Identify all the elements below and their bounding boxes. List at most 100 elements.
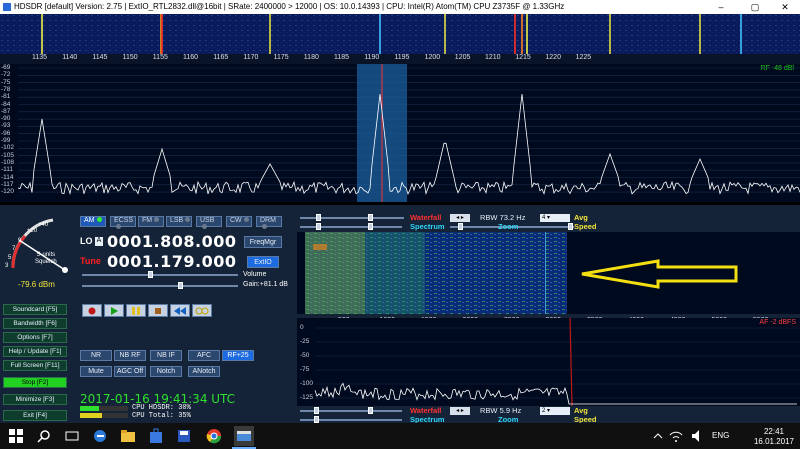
stop-playback-button[interactable] [148, 304, 168, 317]
rf-db-tick: -96 [1, 129, 11, 137]
audio-waterfall[interactable] [305, 232, 567, 314]
mode-button-fm[interactable]: FM [138, 216, 164, 227]
taskbar: ENG 22:41 16.01.2017 [0, 423, 800, 449]
edge-icon[interactable] [92, 428, 108, 444]
play-button[interactable] [104, 304, 124, 317]
af-zoom-stepper[interactable]: ◂ ▸ [450, 407, 470, 415]
side-button-stop[interactable]: Stop [F2] [3, 377, 67, 388]
clock[interactable]: 22:41 16.01.2017 [754, 427, 794, 447]
mode-button-lsb[interactable]: LSB [166, 216, 192, 227]
waterfall-contrast-knob[interactable] [316, 214, 321, 221]
file-explorer-icon[interactable] [120, 428, 136, 444]
close-button[interactable]: ✕ [770, 0, 800, 14]
rf-freq-tick: 1205 [454, 54, 471, 61]
rf-spectrum[interactable]: RF -48 dBl -69 -72 -75 -78 -81 -84 -87 -90 -93 -9… [0, 64, 800, 202]
wifi-icon[interactable] [668, 428, 684, 444]
lo-frequency[interactable]: 0001.808.000 [107, 232, 236, 251]
af-filter-edge[interactable] [569, 318, 573, 406]
mode-button-cw[interactable]: CW [226, 216, 252, 227]
extio-button[interactable]: ExtIO [247, 256, 279, 268]
af-spectrum-knob[interactable] [314, 416, 319, 423]
search-icon[interactable] [36, 428, 52, 444]
mode-button-ecss[interactable]: ECSS [110, 216, 136, 229]
side-button-exit[interactable]: Exit [F4] [3, 410, 67, 421]
squelch-slider[interactable] [82, 274, 238, 276]
maximize-button[interactable]: ▢ [740, 0, 770, 14]
af-display-controls: Waterfall Spectrum ◂ ▸ RBW 5.9 Hz 2 ▾ Av… [298, 406, 798, 424]
chevron-up-icon[interactable] [650, 428, 666, 444]
volume-slider-knob[interactable] [178, 282, 183, 289]
af-spectrum-plot [314, 318, 800, 406]
mode-button-drm[interactable]: DRM [256, 216, 282, 229]
minimize-button[interactable]: – [706, 0, 736, 14]
volume-icon[interactable] [690, 428, 706, 444]
side-button-bandwidth[interactable]: Bandwidth [F6] [3, 318, 67, 329]
freqmgr-button[interactable]: FreqMgr [244, 236, 282, 248]
side-button-help[interactable]: Help / Update [F1] [3, 346, 67, 357]
dsp-button-rf-25[interactable]: RF+25 [222, 350, 254, 361]
dsp-button-afc[interactable]: AFC [188, 350, 220, 361]
rf-freq-tick: 1175 [273, 54, 289, 61]
waterfall-offset-slider[interactable] [354, 217, 404, 219]
dsp-button-nr[interactable]: NR [80, 350, 112, 361]
dsp-button-notch[interactable]: Notch [150, 366, 182, 377]
transport-bar [82, 304, 238, 317]
rf-freq-tick: 1180 [303, 54, 319, 61]
dsp-button-nb-rf[interactable]: NB RF [114, 350, 146, 361]
rf-waterfall[interactable] [0, 14, 800, 54]
af-waterfall-label: Waterfall [410, 406, 442, 415]
spectrum-contrast-knob[interactable] [316, 223, 321, 230]
side-button-minimize[interactable]: Minimize [F3] [3, 394, 67, 405]
record-icon [88, 307, 96, 315]
waterfall-label: Waterfall [410, 213, 442, 222]
loop-button[interactable] [192, 304, 212, 317]
hdsdr-taskbar-icon[interactable] [234, 426, 254, 446]
side-button-options[interactable]: Options [F7] [3, 332, 67, 343]
zoom-slider-knob[interactable] [458, 223, 463, 230]
waterfall-offset-knob[interactable] [368, 214, 373, 221]
side-button-soundcard[interactable]: Soundcard [F5] [3, 304, 67, 315]
speed-slider-knob[interactable] [568, 223, 573, 230]
af-rbw-label: RBW [480, 406, 498, 415]
record-button[interactable] [82, 304, 102, 317]
window-title: HDSDR [default] Version: 2.75 | ExtIO_RT… [14, 2, 565, 11]
rewind-button[interactable] [170, 304, 190, 317]
rf-db-tick: -99 [1, 137, 11, 144]
squelch-slider-knob[interactable] [148, 271, 153, 278]
rf-db-tick: -108 [1, 158, 15, 166]
mode-button-usb[interactable]: USB [196, 216, 222, 229]
rf-freq-tick: 1190 [364, 54, 380, 61]
rf-zoom-stepper[interactable]: ◂ ▸ [450, 214, 470, 222]
dsp-button-agc-off[interactable]: AGC Off [114, 366, 146, 377]
tune-frequency[interactable]: 0001.179.000 [107, 252, 236, 271]
spectrum-offset-knob[interactable] [368, 223, 373, 230]
avg-select[interactable]: 4 ▾ [540, 214, 570, 222]
side-button-full[interactable]: Full Screen [F11] [3, 360, 67, 371]
chrome-icon[interactable] [206, 428, 222, 444]
mode-button-am[interactable]: AM [80, 216, 106, 227]
volume-slider[interactable] [82, 285, 238, 287]
language-indicator[interactable]: ENG [712, 431, 729, 440]
rf-db-tick: -111 [1, 166, 14, 174]
af-spectrum[interactable]: AF -2 dBFS 0 -25 -50 -75 -100 -125 [297, 318, 800, 406]
cpu-total-bar [80, 413, 128, 418]
dsp-button-anotch[interactable]: ANotch [188, 366, 220, 377]
lo-a-button[interactable]: A [95, 237, 103, 246]
af-db-tick: -75 [300, 366, 310, 373]
pause-button[interactable] [126, 304, 146, 317]
dsp-button-nb-if[interactable]: NB IF [150, 350, 182, 361]
floppy-save-icon[interactable] [176, 428, 192, 444]
rf-db-tick: -84 [1, 100, 11, 108]
rf-freq-tick: 1155 [152, 54, 168, 61]
dsp-button-mute[interactable]: Mute [80, 366, 112, 377]
windows-start-icon[interactable] [8, 428, 24, 444]
rf-db-tick: -75 [1, 78, 11, 86]
task-view-icon[interactable] [64, 428, 80, 444]
af-waterfall-knob[interactable] [314, 407, 319, 414]
rf-freq-tick: 1165 [213, 54, 229, 61]
af-offset-knob[interactable] [368, 407, 373, 414]
speed-label: Speed [574, 222, 597, 231]
af-avg-select[interactable]: 2 ▾ [540, 407, 570, 415]
af-rbw-value: 5.9 Hz [499, 406, 522, 415]
store-icon[interactable] [148, 428, 164, 444]
